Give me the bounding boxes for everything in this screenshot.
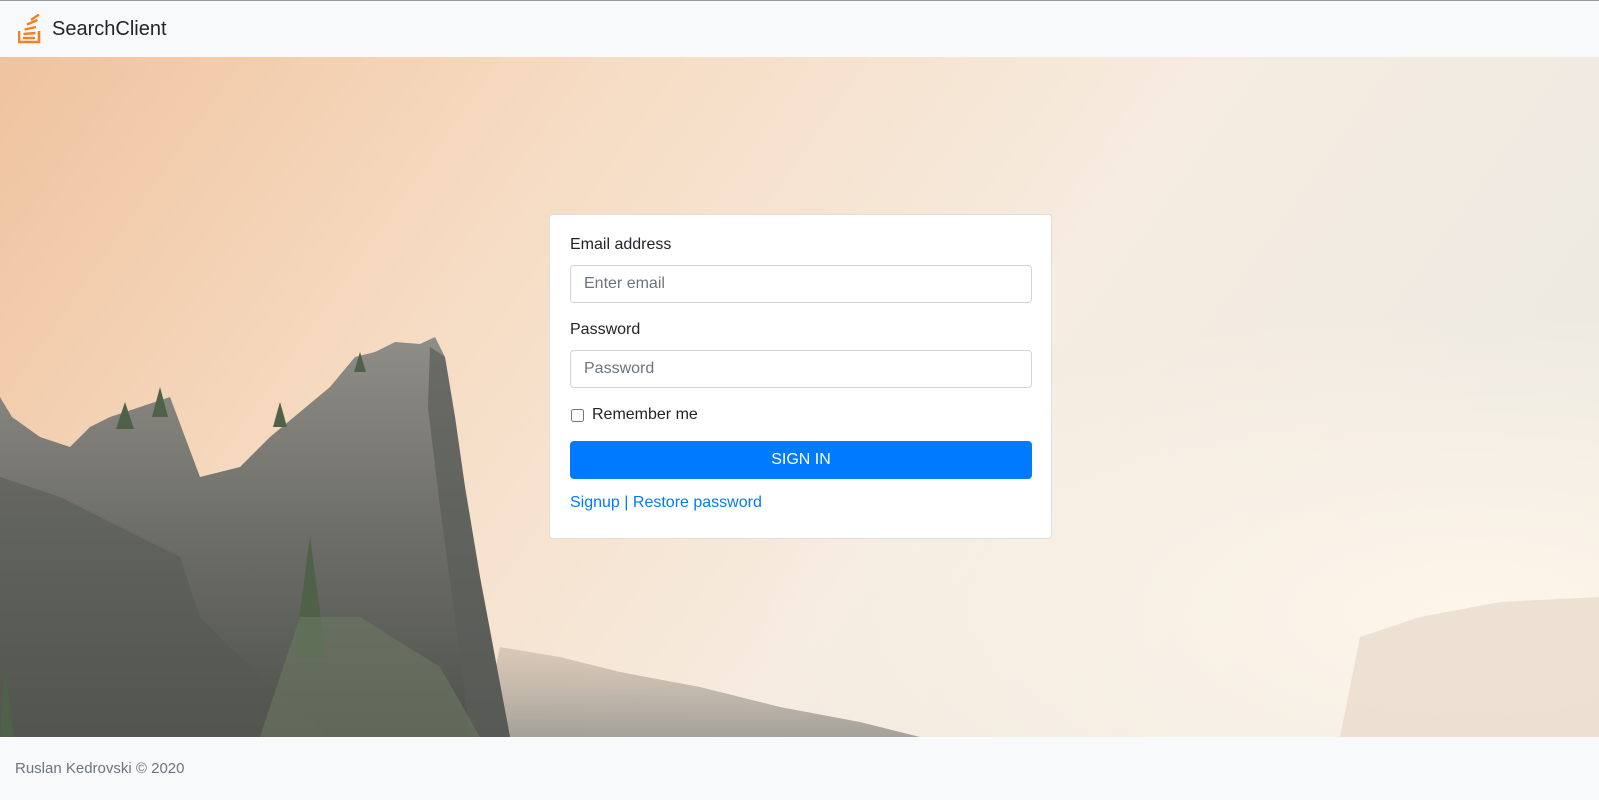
stack-icon xyxy=(18,14,44,44)
brand-link[interactable]: SearchClient xyxy=(18,14,167,44)
footer-copyright: Ruslan Kedrovski © 2020 xyxy=(15,760,185,777)
password-input[interactable] xyxy=(570,350,1032,388)
login-card: Email address Password Remember me SIGN … xyxy=(549,214,1052,539)
password-group: Password xyxy=(570,320,1032,388)
email-input[interactable] xyxy=(570,265,1032,303)
hero-background: Email address Password Remember me SIGN … xyxy=(0,57,1599,737)
email-group: Email address xyxy=(570,235,1032,303)
navbar: SearchClient xyxy=(0,1,1599,57)
footer: Ruslan Kedrovski © 2020 xyxy=(0,737,1599,800)
email-label: Email address xyxy=(570,236,672,253)
remember-checkbox[interactable] xyxy=(571,408,584,422)
password-label: Password xyxy=(570,321,641,338)
remember-row: Remember me xyxy=(570,405,1031,425)
brand-name: SearchClient xyxy=(52,17,167,40)
remember-label[interactable]: Remember me xyxy=(592,405,698,425)
page: SearchClient Email address Enter email P… xyxy=(0,0,1599,800)
sign-in-button[interactable]: SIGN IN xyxy=(570,441,1032,479)
signup-link[interactable]: Signup xyxy=(570,494,620,511)
link-separator: | xyxy=(624,494,629,511)
restore-password-link[interactable]: Restore password xyxy=(633,494,762,511)
auth-links: Signup | Restore password xyxy=(570,493,1031,513)
